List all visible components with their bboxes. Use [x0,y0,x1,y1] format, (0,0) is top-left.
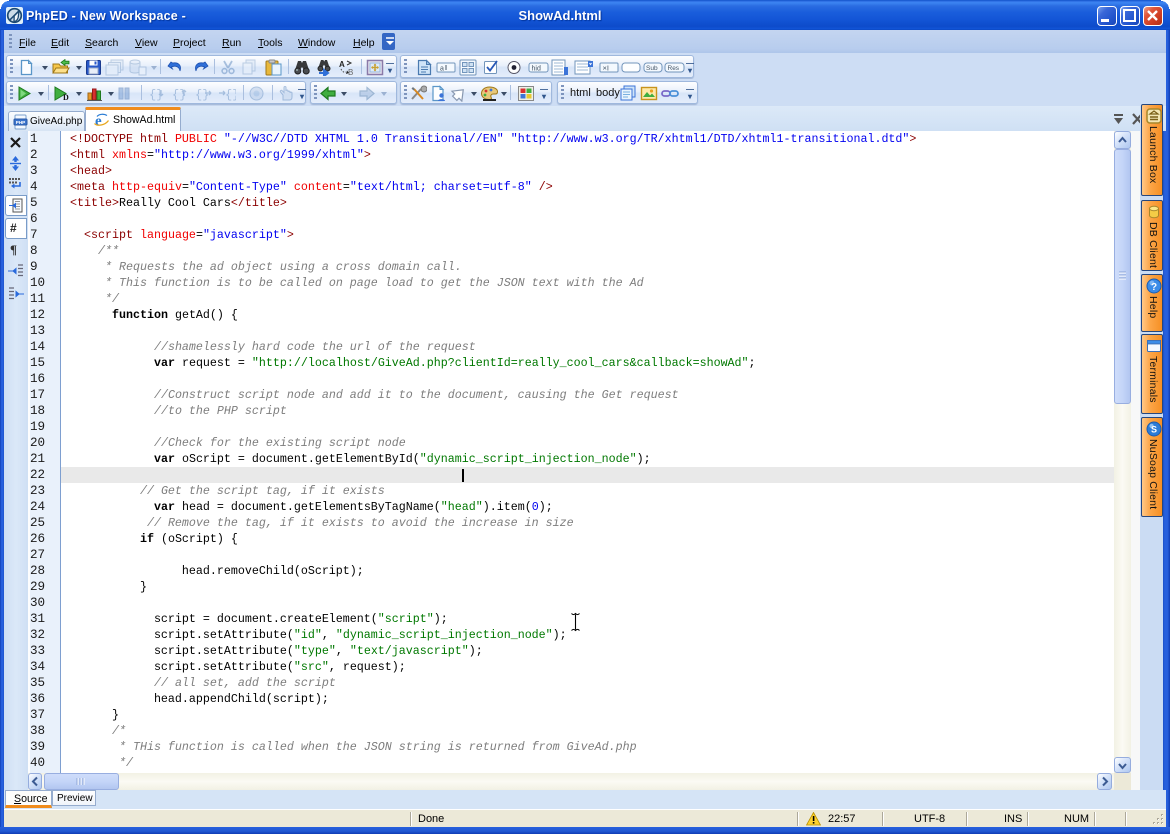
svg-text:{}: {} [225,88,236,102]
svg-text:S: S [1151,425,1157,435]
svg-text:?: ? [1151,282,1157,293]
svg-text:×I: ×I [603,64,609,73]
svg-text:a: a [440,66,444,73]
svg-text:Res: Res [668,65,680,72]
svg-text:D: D [63,93,69,102]
svg-text:B: B [348,68,353,76]
svg-text:hid: hid [532,66,541,73]
svg-text:{}: {} [195,88,209,102]
svg-text:A: A [339,60,345,69]
svg-text:PHP: PHP [16,120,25,125]
svg-text:Sub: Sub [646,65,658,72]
